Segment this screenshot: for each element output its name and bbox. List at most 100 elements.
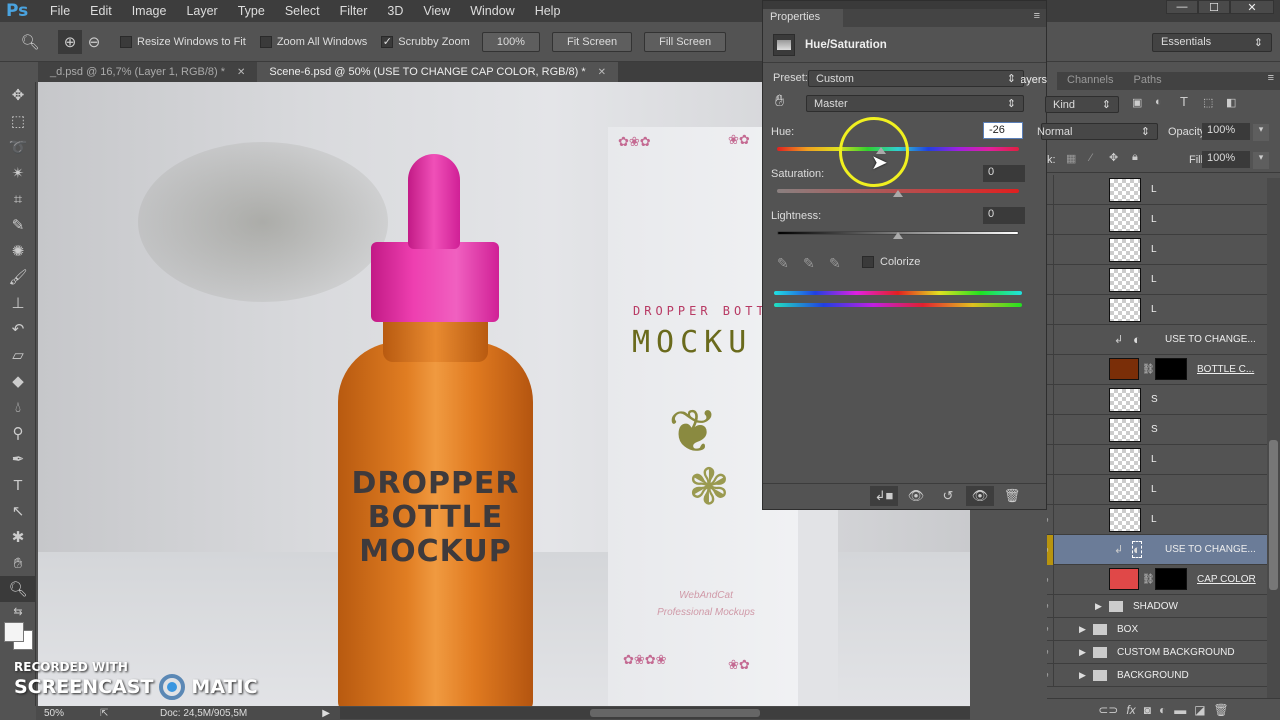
filter-smart-object-icon[interactable]: ◧ xyxy=(1226,96,1236,109)
layer-row[interactable]: L xyxy=(1047,474,1267,505)
menu-window[interactable]: Window xyxy=(460,4,524,18)
eyedropper-subtract-icon[interactable]: ✎ xyxy=(829,255,841,272)
filter-type-icon[interactable]: T xyxy=(1180,94,1188,109)
hue-input[interactable]: -26 xyxy=(983,122,1023,139)
blend-mode-select[interactable]: Normal ⇕ xyxy=(1037,123,1158,140)
new-layer-icon[interactable]: ◪ xyxy=(1194,703,1205,717)
workspace-select[interactable]: Essentials ⇕ xyxy=(1152,33,1272,52)
lightness-input[interactable]: 0 xyxy=(983,207,1025,224)
panel-menu-icon[interactable]: ≡ xyxy=(1034,10,1040,22)
type-tool-icon[interactable]: T xyxy=(0,472,36,498)
visibility-eye-icon[interactable]: 👁︎ xyxy=(1047,564,1054,595)
expand-group-icon[interactable]: ▶ xyxy=(1079,624,1086,635)
visibility-eye-icon[interactable] xyxy=(1047,204,1054,235)
filter-pixel-icon[interactable]: ▣ xyxy=(1132,96,1142,109)
lock-image-icon[interactable]: ⁄ xyxy=(1090,152,1092,164)
doc-tab-d-psd[interactable]: _d.psd @ 16,7% (Layer 1, RGB/8) * ✕ xyxy=(38,62,258,82)
layer-row[interactable]: ↲ ◐ USE TO CHANGE... xyxy=(1047,324,1267,355)
zoom-all-windows-checkbox[interactable]: Zoom All Windows xyxy=(259,35,367,48)
path-selection-tool-icon[interactable]: ↖ xyxy=(0,498,36,524)
layer-style-fx-icon[interactable]: fx xyxy=(1126,703,1135,717)
targeted-adjustment-hand-icon[interactable]: ✋︎ xyxy=(775,93,784,111)
visibility-eye-icon[interactable] xyxy=(1047,234,1054,265)
expand-group-icon[interactable]: ▶ xyxy=(1079,647,1086,658)
mask-link-icon[interactable]: ⛓ xyxy=(1142,574,1155,585)
layer-row[interactable]: L xyxy=(1047,204,1267,235)
panel-menu-icon[interactable]: ≡ xyxy=(1268,72,1280,90)
visibility-eye-icon[interactable] xyxy=(1047,414,1054,445)
move-tool-icon[interactable]: ✥ xyxy=(0,82,36,108)
menu-type[interactable]: Type xyxy=(228,4,275,18)
visibility-eye-icon[interactable] xyxy=(1047,474,1054,505)
zoom-out-icon[interactable]: ⊖ xyxy=(82,30,106,54)
crop-tool-icon[interactable]: ⌗ xyxy=(0,186,36,212)
lock-transparent-icon[interactable]: ▦ xyxy=(1066,152,1076,165)
toggle-visibility-icon[interactable]: 👁︎ xyxy=(966,485,994,506)
layer-row[interactable]: 👁︎ L xyxy=(1047,504,1267,535)
status-menu-arrow-icon[interactable]: ▶ xyxy=(322,708,330,719)
layer-row[interactable]: L xyxy=(1047,294,1267,325)
layer-row[interactable]: S xyxy=(1047,384,1267,415)
visibility-eye-icon[interactable]: 👁︎ xyxy=(1047,594,1054,618)
close-icon[interactable]: ✕ xyxy=(598,67,606,78)
lasso-tool-icon[interactable]: ➰ xyxy=(0,134,36,160)
eyedropper-add-icon[interactable]: ✎ xyxy=(803,255,815,272)
zoom-in-icon[interactable]: ⊕ xyxy=(58,29,82,54)
channel-select[interactable]: Master ⇕ xyxy=(806,95,1024,112)
lock-position-icon[interactable]: ✥ xyxy=(1109,151,1118,164)
menu-file[interactable]: File xyxy=(40,4,80,18)
checkmark-icon[interactable]: ✓ xyxy=(381,35,394,48)
scrubby-zoom-checkbox[interactable]: ✓ Scrubby Zoom xyxy=(381,35,470,48)
fill-screen-button[interactable]: Fill Screen xyxy=(644,31,727,52)
magic-wand-tool-icon[interactable]: ✴ xyxy=(0,160,36,186)
menu-layer[interactable]: Layer xyxy=(176,4,227,18)
tab-channels[interactable]: Channels xyxy=(1057,72,1123,90)
layers-scrollbar[interactable] xyxy=(1267,178,1280,698)
layer-row[interactable]: 👁︎ ▶ BOX xyxy=(1047,617,1267,641)
menu-help[interactable]: Help xyxy=(525,4,571,18)
dodge-tool-icon[interactable]: ⚲ xyxy=(0,420,36,446)
panel-header-strip[interactable] xyxy=(763,1,1046,9)
lock-all-icon[interactable]: 🔒︎ xyxy=(1132,151,1138,164)
layer-row[interactable]: 👁︎ ▶ SHADOW xyxy=(1047,594,1267,618)
tab-properties[interactable]: Properties xyxy=(763,9,843,27)
clip-to-layer-icon[interactable]: ↲■ xyxy=(870,485,898,506)
tab-layers[interactable]: Layers xyxy=(1021,72,1057,90)
reset-icon[interactable]: ↺ xyxy=(934,486,962,506)
scrollbar-thumb[interactable] xyxy=(1269,440,1278,590)
swap-colors-icon[interactable]: ⇆ xyxy=(0,602,36,620)
menu-view[interactable]: View xyxy=(413,4,460,18)
blur-tool-icon[interactable]: 💧︎ xyxy=(0,394,36,420)
healing-brush-tool-icon[interactable]: ✺ xyxy=(0,238,36,264)
custom-shape-tool-icon[interactable]: ✱ xyxy=(0,524,36,550)
layer-row[interactable]: 👁︎ ↲ ◐ USE TO CHANGE... xyxy=(1047,534,1267,565)
filter-adjustment-icon[interactable]: ◐ xyxy=(1155,96,1162,108)
tab-paths[interactable]: Paths xyxy=(1123,72,1171,90)
hand-tool-icon[interactable]: ✋︎ xyxy=(0,550,36,576)
close-button[interactable]: ✕ xyxy=(1230,0,1274,14)
clone-stamp-tool-icon[interactable]: ⊥ xyxy=(0,290,36,316)
visibility-eye-icon[interactable]: 👁︎ xyxy=(1047,640,1054,664)
visibility-eye-icon[interactable] xyxy=(1047,264,1054,295)
close-icon[interactable]: ✕ xyxy=(237,67,245,78)
mask-link-icon[interactable]: ⛓ xyxy=(1142,364,1155,375)
zoom-tool-preset-icon[interactable]: 🔍︎ xyxy=(18,30,42,54)
eyedropper-tool-icon[interactable]: ✎ xyxy=(0,212,36,238)
layer-row[interactable]: ⛓ BOTTLE C... xyxy=(1047,354,1267,385)
menu-edit[interactable]: Edit xyxy=(80,4,122,18)
preset-select[interactable]: Custom ⇕ xyxy=(808,70,1024,87)
eyedropper-icon[interactable]: ✎ xyxy=(777,255,789,272)
paint-bucket-tool-icon[interactable]: ◆ xyxy=(0,368,36,394)
visibility-eye-icon[interactable]: 👁︎ xyxy=(1047,617,1054,641)
visibility-eye-icon[interactable]: 👁︎ xyxy=(1047,663,1054,687)
pen-tool-icon[interactable]: ✒ xyxy=(0,446,36,472)
layer-row[interactable]: L xyxy=(1047,444,1267,475)
visibility-eye-icon[interactable] xyxy=(1047,324,1054,355)
menu-select[interactable]: Select xyxy=(275,4,330,18)
layer-row[interactable]: L xyxy=(1047,174,1267,205)
menu-filter[interactable]: Filter xyxy=(330,4,378,18)
menu-image[interactable]: Image xyxy=(122,4,177,18)
checkbox-box[interactable] xyxy=(120,35,132,48)
history-brush-tool-icon[interactable]: ↶ xyxy=(0,316,36,342)
lightness-slider-thumb[interactable] xyxy=(893,232,903,239)
